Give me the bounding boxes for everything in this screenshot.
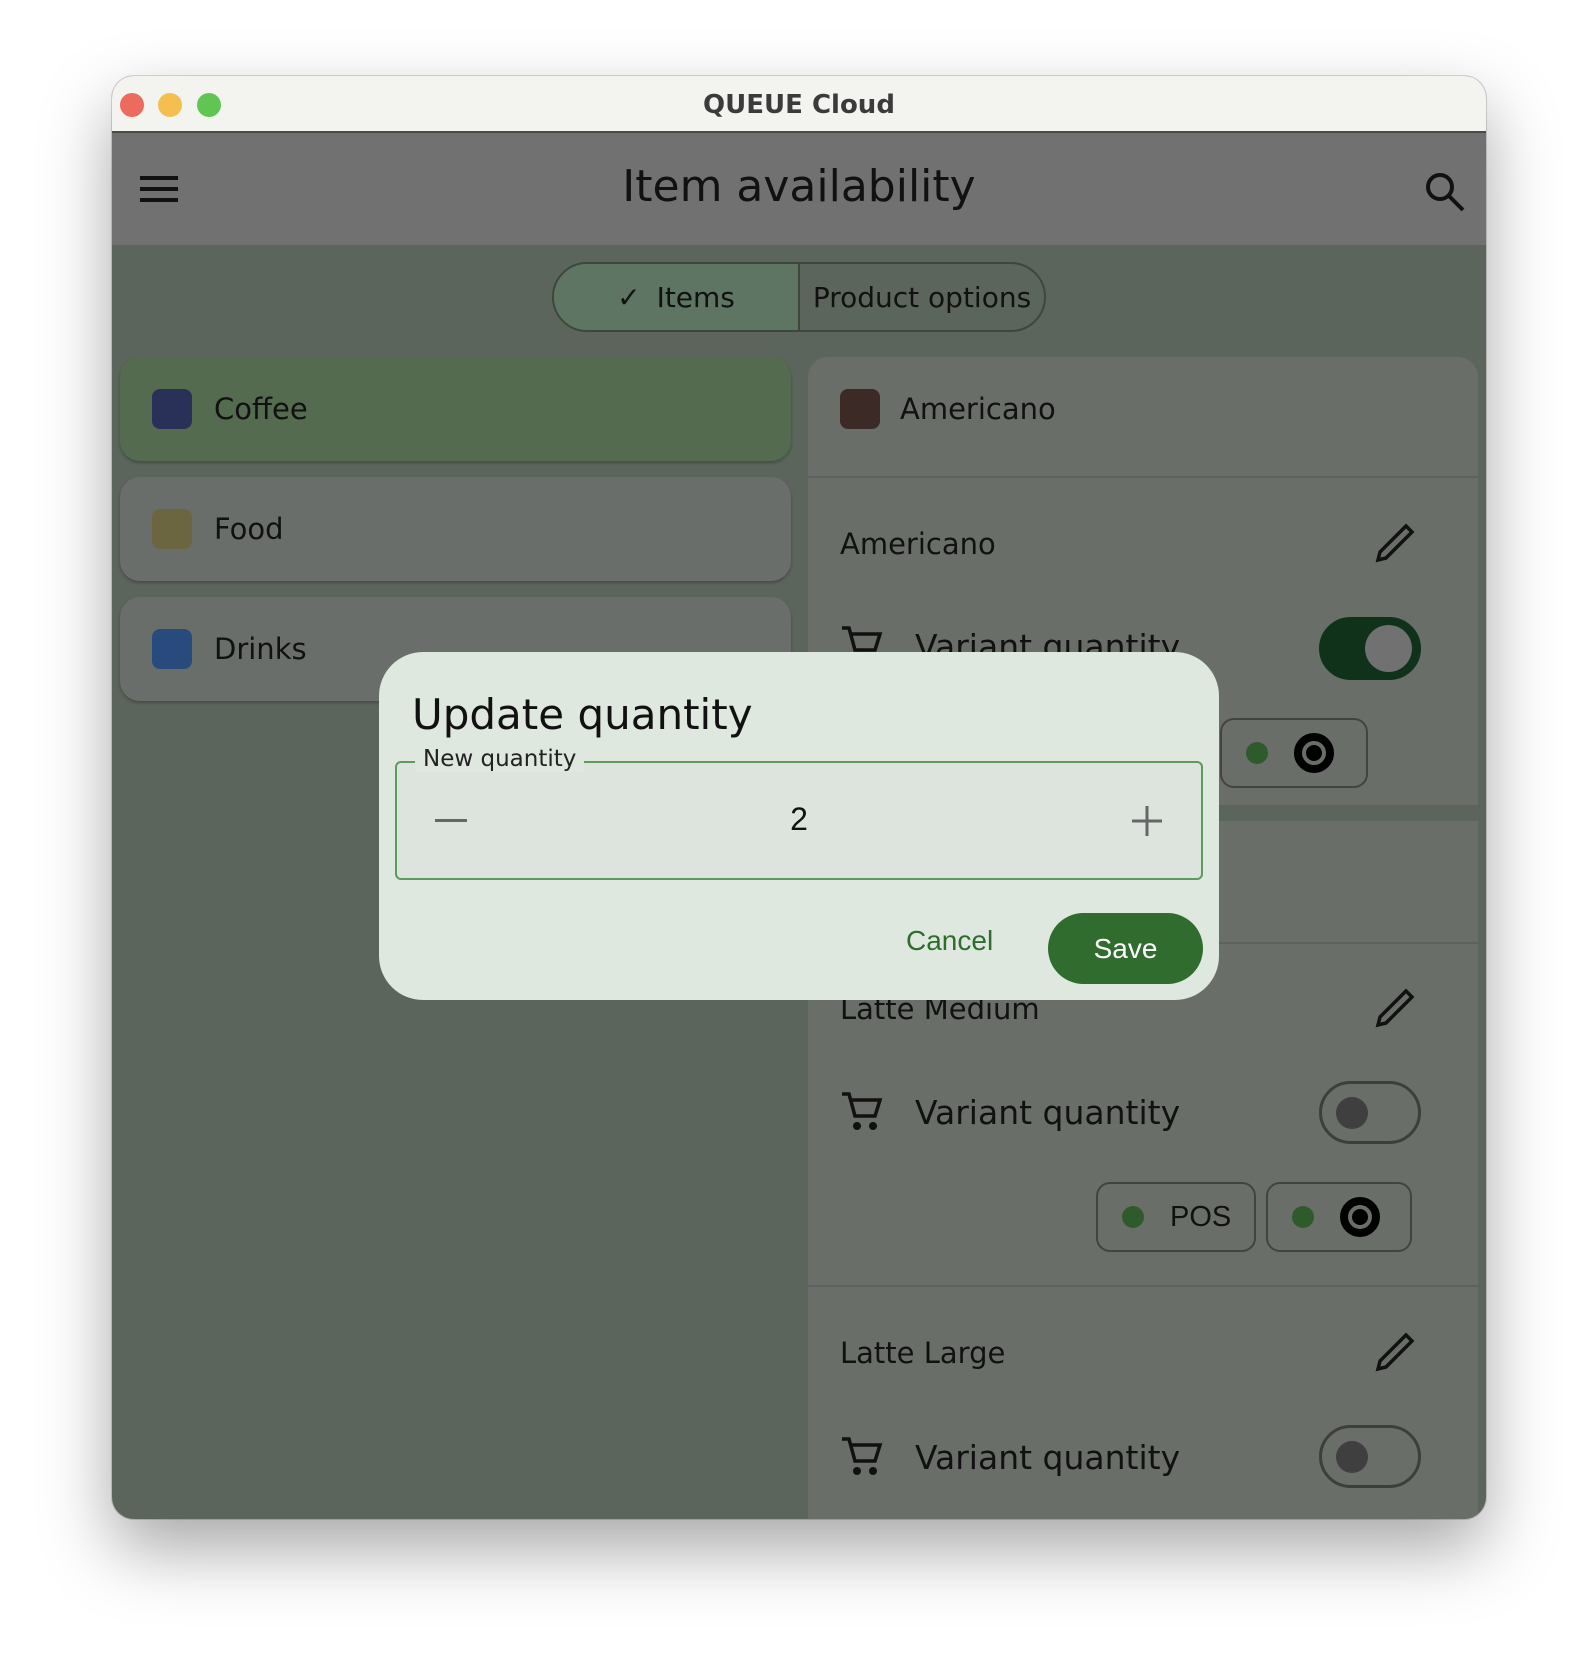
category-food[interactable]: Food bbox=[120, 477, 791, 581]
status-dot bbox=[1292, 1206, 1314, 1228]
variant-quantity-toggle[interactable] bbox=[1319, 1425, 1421, 1488]
color-swatch bbox=[152, 629, 192, 669]
search-icon[interactable] bbox=[1424, 171, 1466, 213]
cart-icon bbox=[842, 1092, 883, 1130]
color-swatch bbox=[152, 389, 192, 429]
channel-chip[interactable] bbox=[1220, 718, 1368, 788]
dialog-title: Update quantity bbox=[412, 690, 753, 739]
channel-chip-pos[interactable]: POS bbox=[1096, 1182, 1256, 1252]
color-swatch bbox=[152, 509, 192, 549]
cart-icon bbox=[842, 1437, 883, 1475]
item-header: Americano bbox=[900, 392, 1056, 426]
tab-label: Items bbox=[656, 280, 735, 314]
variant-quantity-toggle[interactable] bbox=[1319, 1081, 1421, 1144]
cancel-button[interactable]: Cancel bbox=[906, 925, 993, 957]
app-bar: Item availability bbox=[112, 133, 1486, 245]
variant-quantity-toggle[interactable] bbox=[1319, 617, 1421, 680]
page-title: Item availability bbox=[622, 161, 976, 212]
variant-quantity-label: Variant quantity bbox=[915, 1093, 1181, 1132]
tab-items[interactable]: ✓ Items bbox=[554, 264, 800, 330]
edit-pencil-icon[interactable] bbox=[1372, 522, 1416, 566]
category-coffee[interactable]: Coffee bbox=[120, 357, 791, 461]
variant-name: Latte Large bbox=[840, 1336, 1006, 1370]
increment-icon[interactable] bbox=[1130, 804, 1164, 838]
chip-label: POS bbox=[1170, 1200, 1232, 1233]
color-swatch bbox=[840, 389, 880, 429]
save-button[interactable]: Save bbox=[1048, 913, 1203, 984]
update-quantity-dialog: Update quantity 2 New quantity Cancel Sa… bbox=[379, 652, 1219, 1000]
status-dot bbox=[1122, 1206, 1144, 1228]
edit-pencil-icon[interactable] bbox=[1372, 1331, 1416, 1375]
quantity-value[interactable]: 2 bbox=[397, 801, 1201, 838]
queue-logo-icon bbox=[1340, 1197, 1380, 1237]
category-label: Drinks bbox=[214, 632, 307, 666]
status-dot bbox=[1246, 742, 1268, 764]
divider bbox=[808, 476, 1478, 478]
field-label: New quantity bbox=[415, 746, 585, 772]
variant-quantity-label: Variant quantity bbox=[915, 1438, 1181, 1477]
category-label: Coffee bbox=[214, 392, 308, 426]
edit-pencil-icon[interactable] bbox=[1372, 987, 1416, 1031]
variant-name: Americano bbox=[840, 527, 996, 561]
queue-logo-icon bbox=[1294, 733, 1334, 773]
tab-product-options[interactable]: Product options bbox=[800, 264, 1044, 330]
check-icon: ✓ bbox=[617, 280, 641, 314]
category-label: Food bbox=[214, 512, 284, 546]
window-title: QUEUE Cloud bbox=[703, 90, 895, 120]
segmented-tabs: ✓ Items Product options bbox=[552, 262, 1046, 332]
quantity-stepper[interactable]: 2 bbox=[395, 761, 1203, 880]
title-bar: QUEUE Cloud bbox=[112, 76, 1486, 133]
channel-chip[interactable] bbox=[1266, 1182, 1412, 1252]
divider bbox=[808, 1285, 1478, 1287]
